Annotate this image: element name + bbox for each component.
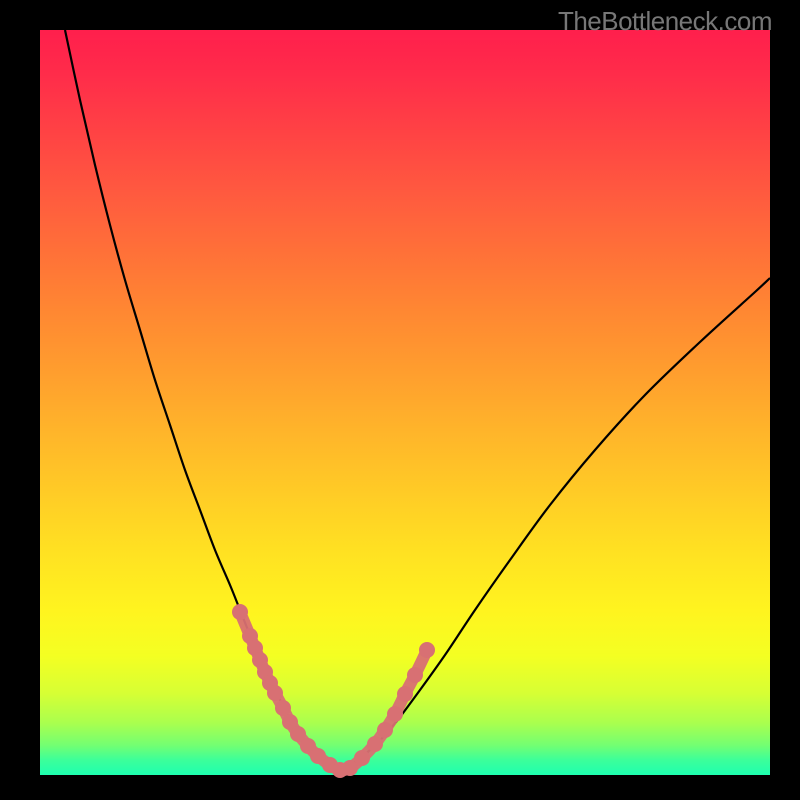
marker-dot	[354, 750, 370, 766]
marker-dot	[377, 722, 393, 738]
plot-area	[40, 30, 770, 775]
watermark-text: TheBottleneck.com	[558, 6, 772, 37]
marker-dot	[267, 685, 283, 701]
curve-left	[65, 30, 340, 770]
marker-dot	[232, 604, 248, 620]
chart-frame: TheBottleneck.com	[0, 0, 800, 800]
marker-dot	[275, 700, 291, 716]
marker-dot	[419, 642, 435, 658]
marker-dot	[367, 736, 383, 752]
curve-layer	[40, 30, 770, 775]
marker-dot	[387, 706, 403, 722]
marker-dot	[397, 686, 413, 702]
markers	[232, 604, 435, 778]
marker-dot	[407, 667, 423, 683]
